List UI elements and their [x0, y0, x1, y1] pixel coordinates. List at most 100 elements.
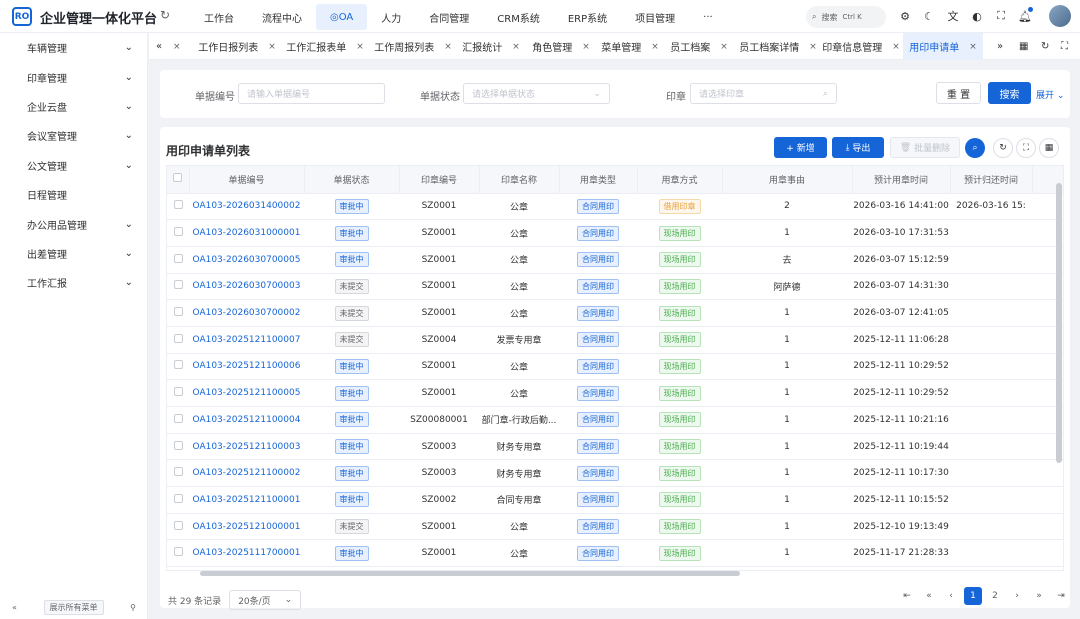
- doc-no-link[interactable]: OA103-2026030700003: [189, 273, 304, 301]
- next-group-icon[interactable]: »: [1030, 587, 1048, 605]
- close-tab-icon[interactable]: ×: [892, 42, 900, 52]
- close-tab-icon[interactable]: ×: [720, 42, 728, 52]
- row-checkbox[interactable]: [173, 440, 183, 450]
- prev-group-icon[interactable]: «: [920, 587, 938, 605]
- doc-no-input[interactable]: 请输入单据编号: [238, 83, 385, 104]
- close-tab-icon[interactable]: ×: [173, 33, 181, 60]
- dark-mode-icon[interactable]: ☾: [922, 8, 936, 24]
- search-button[interactable]: 搜索: [988, 82, 1031, 104]
- doc-no-link[interactable]: OA103-2025121000001: [189, 513, 304, 541]
- sidebar-item-2[interactable]: 企业云盘 ⌄: [0, 92, 147, 121]
- doc-no-link[interactable]: OA103-2025111700001: [189, 539, 304, 568]
- tab-8[interactable]: 印章信息管理 ×: [822, 33, 900, 60]
- tab-3[interactable]: 汇报统计 ×: [461, 33, 521, 60]
- doc-no-link[interactable]: OA103-2026031400002: [189, 193, 304, 221]
- table-row[interactable]: OA103-2026030700002 未提交 SZ0001 公章 合同用印 现场用印 1 2…: [167, 299, 1063, 327]
- doc-no-link[interactable]: OA103-2025121100003: [189, 433, 304, 461]
- add-button[interactable]: + 新增: [774, 137, 827, 158]
- row-checkbox[interactable]: [173, 467, 183, 477]
- collapse-sidebar-icon[interactable]: «: [12, 603, 17, 612]
- doc-no-link[interactable]: OA103-2025121100006: [189, 353, 304, 381]
- tab-refresh-icon[interactable]: ↻: [1041, 33, 1049, 60]
- doc-no-link[interactable]: OA103-2025121100001: [189, 486, 304, 514]
- tab-2[interactable]: 工作周报列表 ×: [373, 33, 453, 60]
- tabs-scroll-left-icon[interactable]: «: [156, 33, 162, 60]
- row-checkbox[interactable]: [173, 333, 183, 343]
- doc-no-link[interactable]: OA103-2025121100005: [189, 379, 304, 407]
- tab-9[interactable]: 用印申请单 ×: [903, 33, 983, 60]
- translate-icon[interactable]: 文: [946, 8, 960, 24]
- checkbox[interactable]: [173, 173, 183, 183]
- page-2[interactable]: 2: [986, 587, 1004, 605]
- global-search[interactable]: ⌕ 搜索 Ctrl K: [806, 6, 886, 28]
- select-all-checkbox[interactable]: [167, 166, 190, 194]
- sidebar-item-7[interactable]: 出差管理 ⌄: [0, 239, 147, 268]
- close-tab-icon[interactable]: ×: [268, 42, 276, 52]
- tab-7[interactable]: 员工档案详情 ×: [738, 33, 818, 60]
- tab-maximize-icon[interactable]: ⛶: [1061, 33, 1068, 60]
- next-page-icon[interactable]: ›: [1008, 587, 1026, 605]
- vertical-scrollbar[interactable]: [1056, 183, 1062, 463]
- sidebar-item-1[interactable]: 印章管理 ⌄: [0, 62, 147, 91]
- prev-page-icon[interactable]: ‹: [942, 587, 960, 605]
- nav-item-3[interactable]: 人力: [367, 4, 415, 30]
- doc-no-link[interactable]: OA103-2026030700002: [189, 299, 304, 327]
- row-checkbox[interactable]: [173, 360, 183, 370]
- row-checkbox[interactable]: [173, 200, 183, 210]
- doc-no-link[interactable]: OA103-2025121100004: [189, 406, 304, 434]
- sidebar-item-3[interactable]: 会议室管理 ⌄: [0, 121, 147, 150]
- row-checkbox[interactable]: [173, 387, 183, 397]
- row-checkbox[interactable]: [173, 493, 183, 503]
- table-row[interactable]: OA103-2025111700001 审批中 SZ0001 公章 合同用印 现场用印 1 2…: [167, 539, 1063, 568]
- sidebar-item-4[interactable]: 公文管理 ⌄: [0, 151, 147, 180]
- last-page-icon[interactable]: ⇥: [1052, 587, 1070, 605]
- tab-0[interactable]: 工作日报列表 ×: [198, 33, 276, 60]
- table-row[interactable]: OA103-2025121100006 审批中 SZ0001 公章 合同用印 现场用印 1 2…: [167, 353, 1063, 381]
- sidebar-item-8[interactable]: 工作汇报 ⌄: [0, 268, 147, 297]
- tab-grid-icon[interactable]: ▦: [1019, 33, 1028, 60]
- sidebar-item-5[interactable]: 日程管理: [0, 180, 147, 209]
- table-row[interactable]: OA103-2025121100002 审批中 SZ0003 财务专用章 合同用印 现场用…: [167, 459, 1063, 488]
- table-row[interactable]: OA103-2025121100005 审批中 SZ0001 公章 合同用印 现场用印 1 2…: [167, 379, 1063, 407]
- close-tab-icon[interactable]: ×: [512, 42, 520, 52]
- table-row[interactable]: OA103-2026031400002 审批中 SZ0001 公章 合同用印 借用印章 2 2…: [167, 193, 1063, 221]
- doc-no-link[interactable]: OA103-2026031000001: [189, 219, 304, 247]
- row-checkbox[interactable]: [173, 280, 183, 290]
- nav-item-0[interactable]: 工作台: [190, 4, 248, 30]
- tab-4[interactable]: 角色管理 ×: [530, 33, 592, 60]
- table-row[interactable]: OA103-2025121100001 审批中 SZ0002 合同专用章 合同用印 现场用…: [167, 486, 1063, 514]
- pin-icon[interactable]: ⚲: [130, 603, 136, 612]
- page-1[interactable]: 1: [964, 587, 982, 605]
- close-tab-icon[interactable]: ×: [651, 42, 659, 52]
- row-checkbox[interactable]: [173, 227, 183, 237]
- reset-button[interactable]: 重 置: [936, 82, 981, 104]
- doc-no-link[interactable]: OA103-2025121100002: [189, 459, 304, 488]
- row-checkbox[interactable]: [173, 520, 183, 530]
- first-page-icon[interactable]: ⇤: [898, 587, 916, 605]
- show-all-menus-button[interactable]: 展示所有菜单: [43, 600, 104, 615]
- close-tab-icon[interactable]: ×: [582, 42, 590, 52]
- tab-6[interactable]: 员工档案 ×: [668, 33, 730, 60]
- close-tab-icon[interactable]: ×: [444, 42, 452, 52]
- table-row[interactable]: OA103-2025121100007 未提交 SZ0004 发票专用章 合同用印 现场用…: [167, 326, 1063, 354]
- horizontal-scrollbar[interactable]: [200, 571, 740, 576]
- close-tab-icon[interactable]: ×: [809, 42, 817, 52]
- export-button[interactable]: ⤓ 导出: [832, 137, 884, 158]
- table-row[interactable]: OA103-2026031000001 审批中 SZ0001 公章 合同用印 现场用印 1 2…: [167, 219, 1063, 247]
- status-select[interactable]: 请选择单据状态 ⌄: [463, 83, 610, 104]
- bell-icon[interactable]: 🔔︎: [1018, 7, 1033, 24]
- tab-5[interactable]: 菜单管理 ×: [600, 33, 660, 60]
- seal-select[interactable]: 请选择印章 ⌕: [690, 83, 837, 104]
- refresh-table-icon[interactable]: ↻: [993, 138, 1013, 158]
- table-row[interactable]: OA103-2025121100003 审批中 SZ0003 财务专用章 合同用印 现场用…: [167, 433, 1063, 461]
- close-tab-icon[interactable]: ×: [356, 42, 364, 52]
- close-tab-icon[interactable]: ×: [969, 42, 977, 52]
- settings-icon[interactable]: ⚙: [898, 8, 912, 24]
- row-checkbox[interactable]: [173, 413, 183, 423]
- sidebar-item-0[interactable]: 车辆管理 ⌄: [0, 33, 147, 62]
- tabs-scroll-right-icon[interactable]: »: [997, 33, 1003, 60]
- app-logo[interactable]: RO: [12, 7, 32, 26]
- nav-item-2[interactable]: ◎ OA: [316, 4, 368, 30]
- avatar[interactable]: [1049, 5, 1071, 27]
- doc-no-link[interactable]: OA103-2025121100007: [189, 326, 304, 354]
